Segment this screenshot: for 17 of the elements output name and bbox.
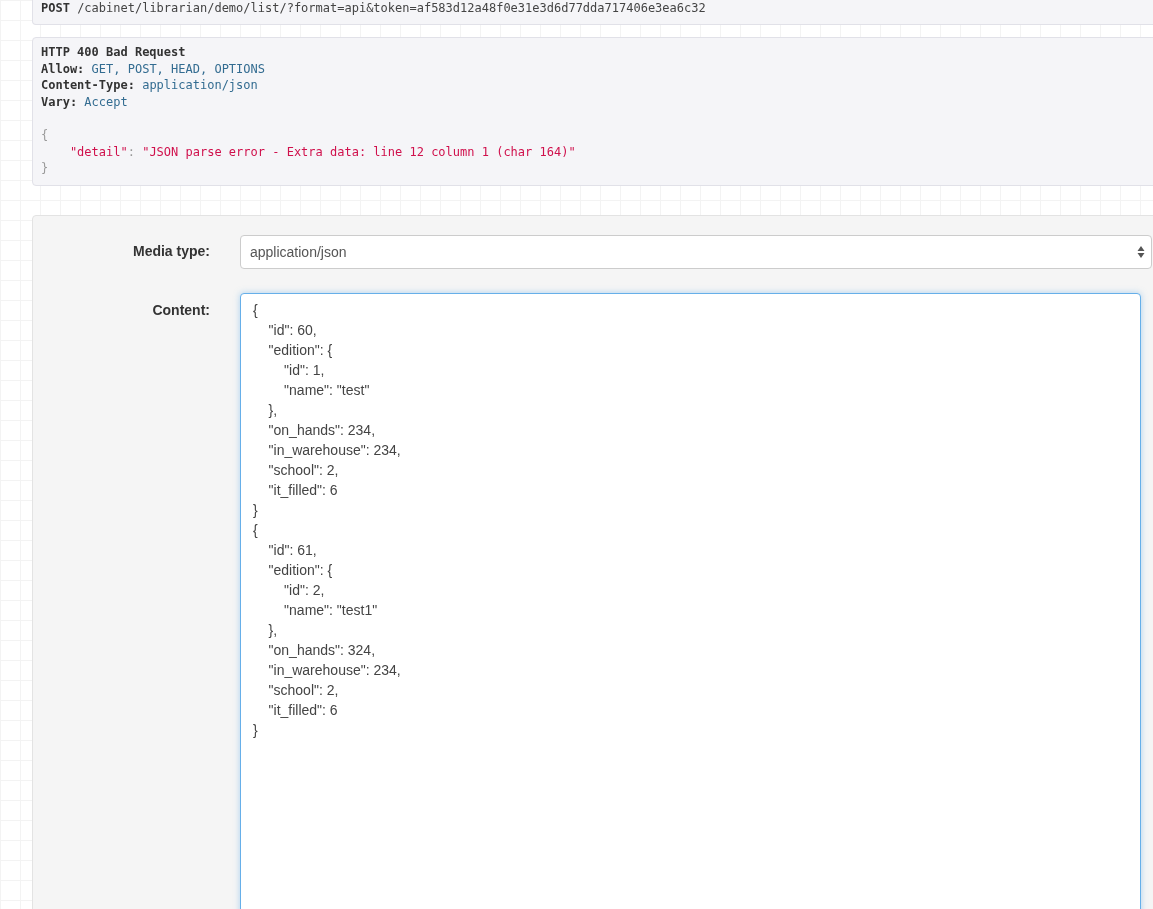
sort-arrows-icon [1137, 244, 1145, 259]
response-status: HTTP 400 Bad Request [41, 44, 186, 61]
json-key: "detail" [41, 143, 128, 161]
header-value: GET, POST, HEAD, OPTIONS [90, 60, 265, 78]
json-brace: } [41, 160, 49, 177]
json-colon: : [127, 143, 135, 161]
header-value: application/json [141, 77, 258, 95]
header-name: Content-Type: [41, 77, 135, 95]
field-label: Content: [151, 300, 210, 318]
header-name: Allow: [41, 60, 85, 78]
media-type-select[interactable]: application/json [240, 234, 1152, 269]
json-value: "JSON parse error - Extra data: line 12 column 1 (char 164)" [141, 143, 576, 161]
header-name: Vary: [41, 94, 78, 111]
json-brace: { [41, 126, 49, 144]
content-textarea[interactable]: { "id": 60, "edition": { "id": 1, "name": "test" }, "on_hands": 234, "in_warehouse": 234, "school": 2, "it_filled": 6 } { "id": 61, "edition": { "id": 2, "name": "test1" }, "on_hands": 324, "in_warehouse": 234, "school": 2, "it_filled": 6 } [240, 292, 1141, 909]
header-value: Accept [83, 94, 128, 111]
field-label: Media type: [132, 241, 210, 259]
